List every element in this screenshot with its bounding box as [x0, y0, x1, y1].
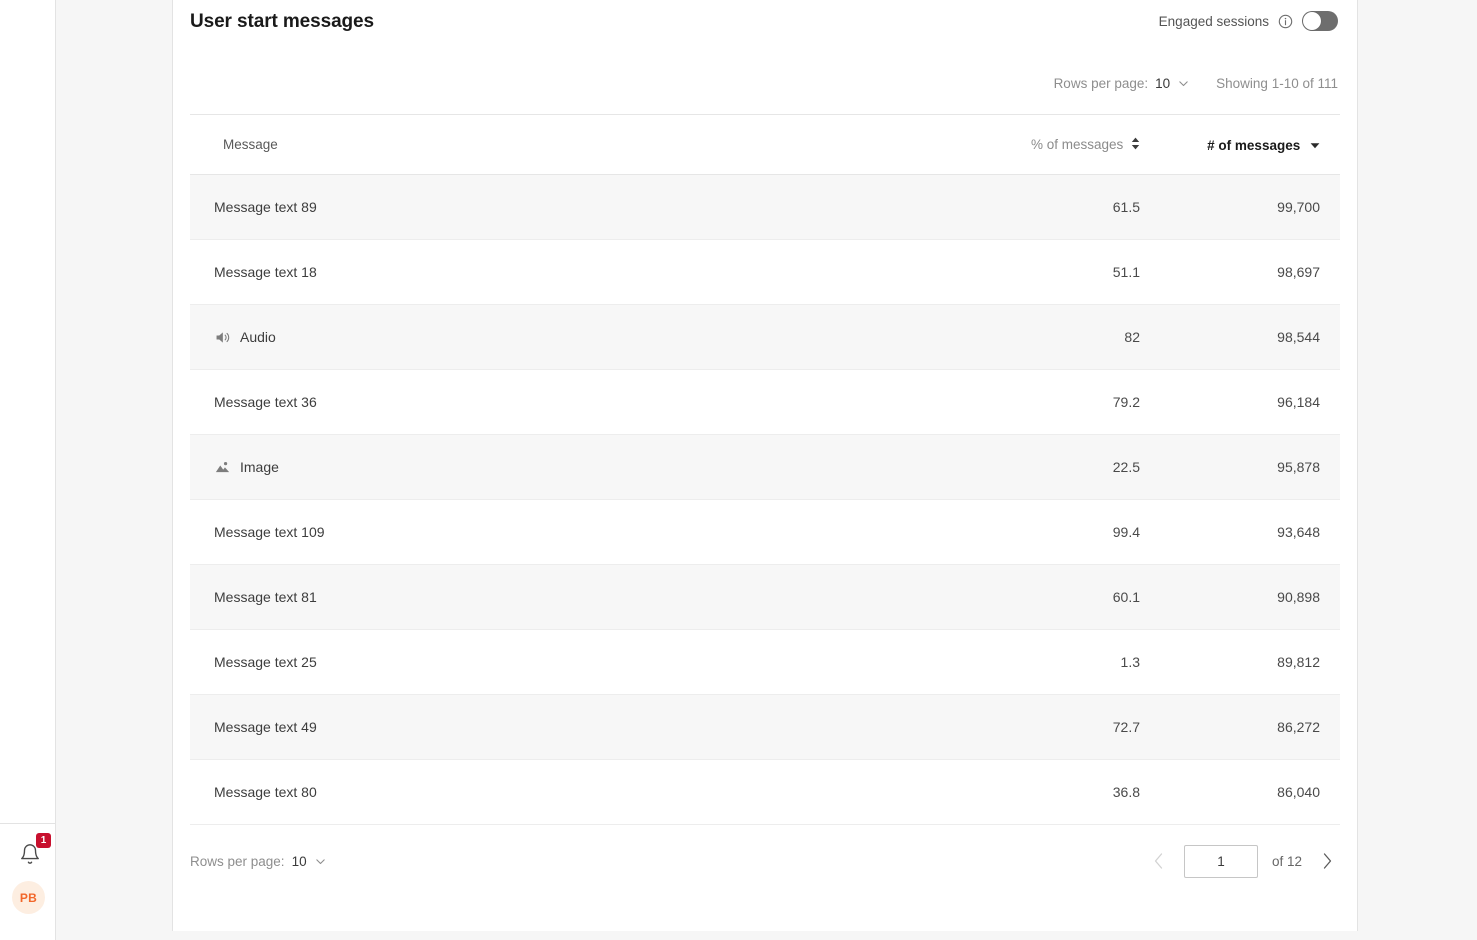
message-label: Message text 25	[214, 654, 317, 670]
column-header-number-label: # of messages	[1207, 138, 1300, 153]
table-body: Message text 89 61.599,700 Message text 18…	[190, 175, 1340, 825]
column-header-message[interactable]: Message	[190, 137, 950, 152]
card-header: User start messages Engaged sessions	[173, 0, 1357, 62]
cell-message: Message text 80	[190, 784, 950, 800]
previous-page-button[interactable]	[1148, 850, 1170, 872]
message-label: Message text 80	[214, 784, 317, 800]
audio-icon	[214, 329, 231, 346]
cell-message: Audio	[190, 329, 950, 346]
pagination-controls: of 12	[1148, 845, 1338, 878]
content-card: User start messages Engaged sessions	[173, 0, 1358, 931]
cell-percent-of-messages: 22.5	[950, 459, 1150, 475]
cell-percent-of-messages: 60.1	[950, 589, 1150, 605]
message-label: Message text 36	[214, 394, 317, 410]
cell-message: Message text 109	[190, 524, 950, 540]
table-toolbar: Rows per page: 10 Showing 1-10 of 111	[173, 62, 1357, 114]
cell-percent-of-messages: 72.7	[950, 719, 1150, 735]
rows-per-page-bottom[interactable]: Rows per page: 10	[190, 854, 327, 869]
cell-number-of-messages: 99,700	[1150, 199, 1340, 215]
app-window: 1 PB User start messages Engaged session…	[0, 0, 1477, 940]
engaged-sessions-label: Engaged sessions	[1159, 14, 1269, 29]
message-label: Message text 89	[214, 199, 317, 215]
message-label: Audio	[240, 329, 276, 345]
secondary-nav-panel	[56, 0, 173, 931]
cell-message: Message text 49	[190, 719, 950, 735]
next-page-button[interactable]	[1316, 850, 1338, 872]
message-label: Message text 49	[214, 719, 317, 735]
cell-number-of-messages: 96,184	[1150, 394, 1340, 410]
table-header-row: Message % of messages # of messages	[190, 115, 1340, 175]
cell-percent-of-messages: 82	[950, 329, 1150, 345]
cell-percent-of-messages: 36.8	[950, 784, 1150, 800]
cell-number-of-messages: 93,648	[1150, 524, 1340, 540]
notification-badge: 1	[36, 833, 51, 848]
cell-percent-of-messages: 99.4	[950, 524, 1150, 540]
cell-message: Message text 18	[190, 264, 950, 280]
engaged-sessions-control: Engaged sessions	[1159, 11, 1338, 31]
showing-range-text: Showing 1-10 of 111	[1216, 76, 1338, 91]
rows-per-page-bottom-label: Rows per page:	[190, 854, 285, 869]
cell-number-of-messages: 86,272	[1150, 719, 1340, 735]
table-row[interactable]: Message text 80 36.886,040	[190, 760, 1340, 825]
cell-percent-of-messages: 1.3	[950, 654, 1150, 670]
toggle-knob	[1303, 12, 1321, 30]
image-icon	[214, 459, 231, 476]
rows-per-page-top-label: Rows per page:	[1054, 76, 1149, 91]
message-label: Message text 81	[214, 589, 317, 605]
table-row[interactable]: Message text 109 99.493,648	[190, 500, 1340, 565]
cell-message: Message text 36	[190, 394, 950, 410]
cell-message: Message text 89	[190, 199, 950, 215]
table-row[interactable]: Message text 36 79.296,184	[190, 370, 1340, 435]
cell-number-of-messages: 95,878	[1150, 459, 1340, 475]
table-row[interactable]: Message text 49 72.786,272	[190, 695, 1340, 760]
cell-message: Message text 81	[190, 589, 950, 605]
info-icon[interactable]	[1278, 14, 1293, 29]
page-background-right	[1358, 0, 1477, 940]
rail-divider	[0, 823, 56, 824]
sort-descending-icon[interactable]	[1310, 137, 1320, 152]
page-number-input[interactable]	[1184, 845, 1258, 878]
table-footer: Rows per page: 10 of 12	[173, 825, 1357, 897]
table-row[interactable]: Message text 25 1.389,812	[190, 630, 1340, 695]
table-row[interactable]: Message text 81 60.190,898	[190, 565, 1340, 630]
cell-percent-of-messages: 61.5	[950, 199, 1150, 215]
cell-percent-of-messages: 51.1	[950, 264, 1150, 280]
page-title: User start messages	[190, 11, 374, 33]
cell-message: Message text 25	[190, 654, 950, 670]
page-total-label: of 12	[1272, 854, 1302, 869]
message-label: Image	[240, 459, 279, 475]
engaged-sessions-toggle[interactable]	[1302, 11, 1338, 31]
column-header-number-of-messages[interactable]: # of messages	[1150, 137, 1340, 153]
cell-number-of-messages: 86,040	[1150, 784, 1340, 800]
table-row[interactable]: Audio 8298,544	[190, 305, 1340, 370]
message-label: Message text 109	[214, 524, 325, 540]
cell-number-of-messages: 98,544	[1150, 329, 1340, 345]
table-row[interactable]: Message text 18 51.198,697	[190, 240, 1340, 305]
table-row[interactable]: Message text 89 61.599,700	[190, 175, 1340, 240]
cell-percent-of-messages: 79.2	[950, 394, 1150, 410]
toolbar-right-group: Rows per page: 10 Showing 1-10 of 111	[1054, 76, 1338, 91]
cell-number-of-messages: 90,898	[1150, 589, 1340, 605]
avatar[interactable]: PB	[12, 881, 45, 914]
message-label: Message text 18	[214, 264, 317, 280]
left-icon-rail: 1 PB	[0, 0, 56, 940]
column-header-percent-label: % of messages	[1031, 137, 1123, 152]
rows-per-page-bottom-value[interactable]: 10	[292, 854, 307, 869]
rows-per-page-top[interactable]: Rows per page: 10	[1054, 76, 1191, 91]
page-background-bottom	[56, 931, 1477, 940]
chevron-down-icon[interactable]	[314, 855, 327, 868]
cell-number-of-messages: 98,697	[1150, 264, 1340, 280]
messages-table: Message % of messages # of messages	[190, 114, 1340, 825]
table-row[interactable]: Image 22.595,878	[190, 435, 1340, 500]
column-header-percent-of-messages[interactable]: % of messages	[950, 137, 1150, 153]
sort-updown-icon[interactable]	[1131, 137, 1140, 153]
rows-per-page-top-value[interactable]: 10	[1155, 76, 1170, 91]
chevron-down-icon[interactable]	[1177, 77, 1190, 90]
cell-number-of-messages: 89,812	[1150, 654, 1340, 670]
cell-message: Image	[190, 459, 950, 476]
